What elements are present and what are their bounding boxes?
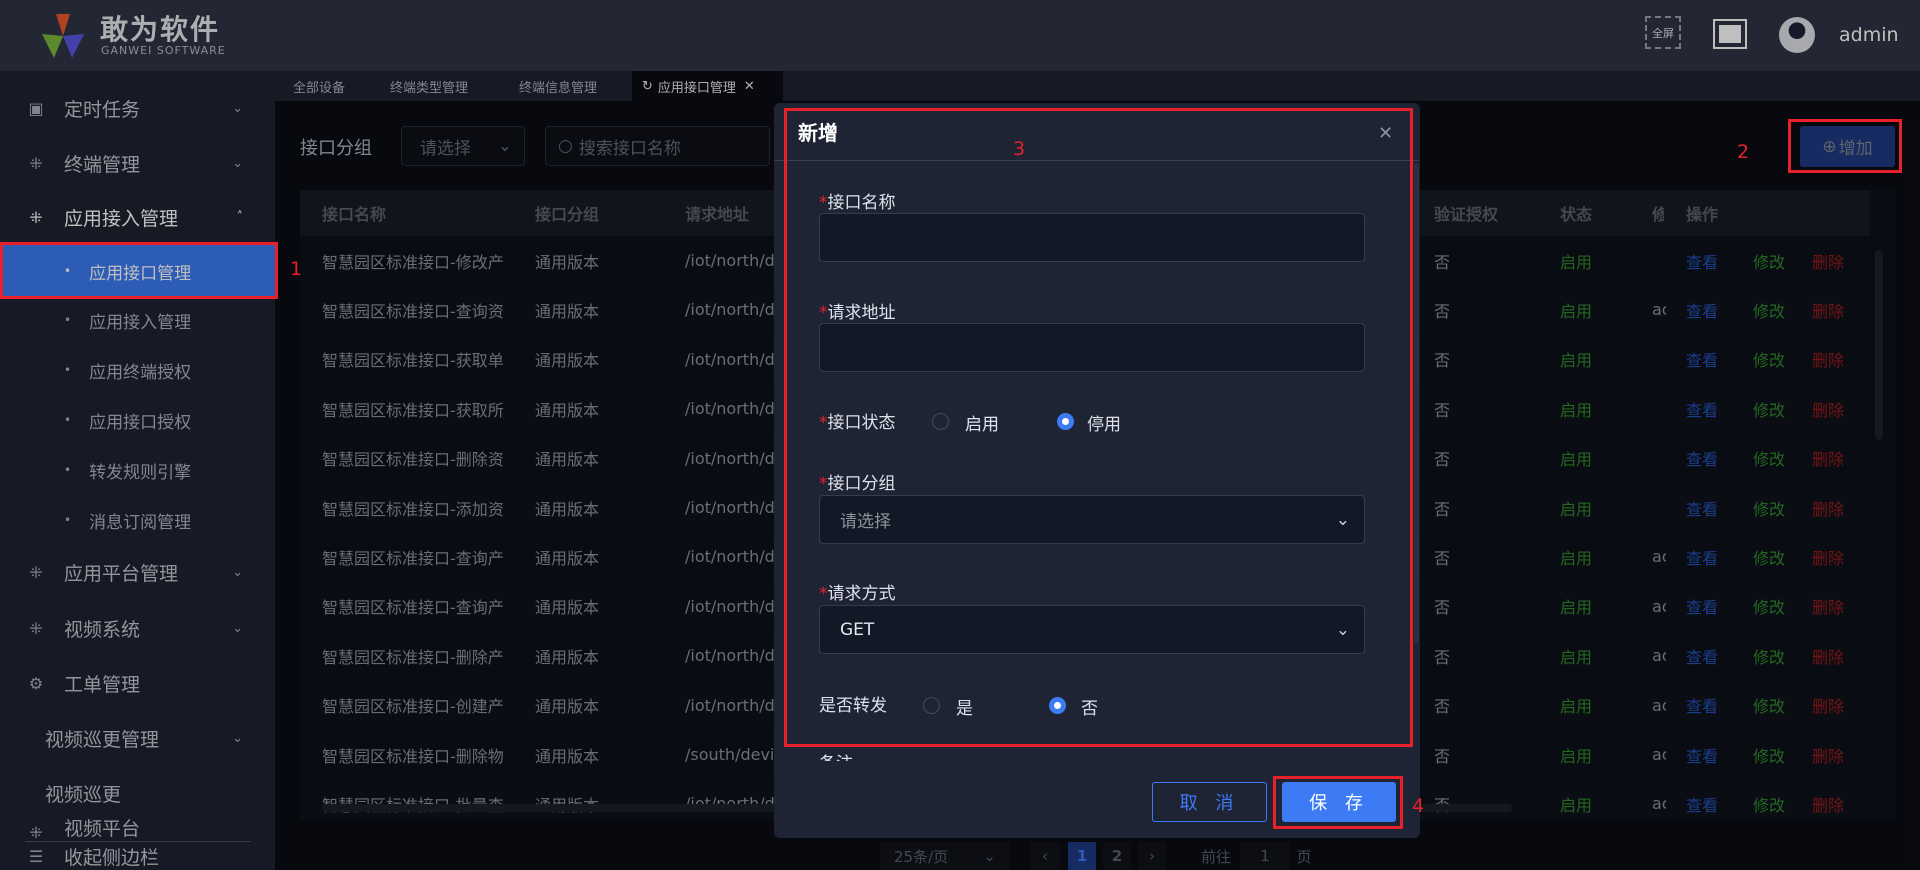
name-input[interactable]: [819, 213, 1365, 262]
remark-label: 备注: [819, 749, 853, 761]
cancel-button[interactable]: 取 消: [1152, 782, 1267, 822]
annotation-label-2: 2: [1737, 141, 1750, 163]
status-disabled-label[interactable]: 停用: [1087, 410, 1121, 435]
add-interface-dialog: 新增 ✕ *接口名称 *请求地址 *接口状态 启用 停用 *接口分组 请选择 ⌄ …: [774, 103, 1420, 838]
forward-yes-radio[interactable]: [923, 697, 940, 714]
status-enabled-label[interactable]: 启用: [965, 410, 999, 435]
forward-label: 是否转发: [819, 696, 887, 716]
group-select[interactable]: 请选择 ⌄: [819, 495, 1365, 544]
group-label: *接口分组: [819, 474, 896, 494]
select-value: GET: [840, 619, 875, 640]
dialog-body: *接口名称 *请求地址 *接口状态 启用 停用 *接口分组 请选择 ⌄ *请求方式…: [774, 161, 1420, 761]
dialog-title: 新增: [798, 121, 838, 145]
status-label: *接口状态: [819, 413, 896, 433]
annotation-label-1: 1: [290, 258, 303, 280]
chevron-down-icon: ⌄: [1335, 619, 1350, 640]
url-input[interactable]: [819, 323, 1365, 372]
chevron-down-icon: ⌄: [1335, 509, 1350, 530]
status-disabled-radio[interactable]: [1057, 413, 1074, 430]
method-label: *请求方式: [819, 584, 896, 604]
status-enabled-radio[interactable]: [932, 413, 949, 430]
save-button[interactable]: 保 存: [1282, 782, 1396, 822]
name-label: *接口名称: [819, 193, 896, 213]
close-icon[interactable]: ✕: [1378, 123, 1393, 144]
forward-yes-label[interactable]: 是: [956, 694, 973, 719]
annotation-label-4: 4: [1412, 795, 1425, 817]
method-select[interactable]: GET ⌄: [819, 605, 1365, 654]
dialog-scrollbar[interactable]: [1414, 163, 1419, 643]
annotation-label-3: 3: [1013, 138, 1026, 160]
url-label: *请求地址: [819, 303, 896, 323]
forward-no-label[interactable]: 否: [1081, 694, 1098, 719]
select-placeholder: 请选择: [840, 512, 891, 532]
forward-no-radio[interactable]: [1049, 697, 1066, 714]
